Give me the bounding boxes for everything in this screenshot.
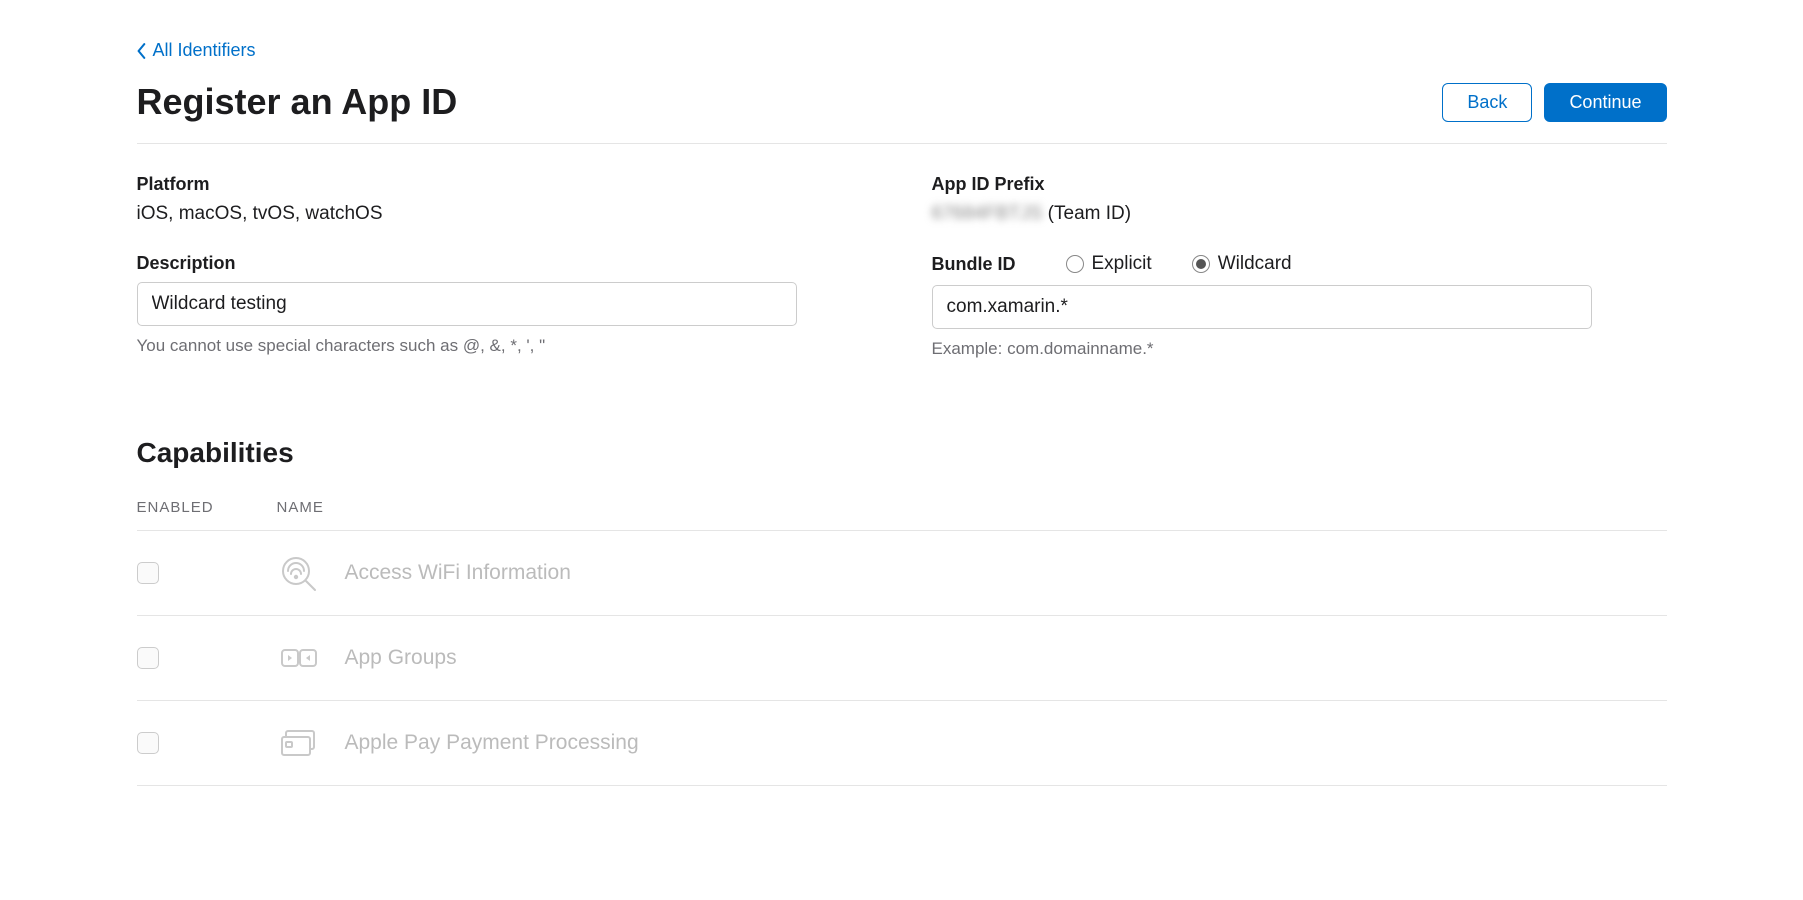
radio-explicit[interactable]: Explicit (1066, 253, 1152, 275)
capabilities-title: Capabilities (137, 437, 1667, 469)
radio-circle-selected-icon (1192, 255, 1210, 273)
col-enabled: ENABLED (137, 499, 277, 516)
breadcrumb-all-identifiers[interactable]: All Identifiers (137, 40, 256, 61)
capability-checkbox-cell (137, 562, 277, 584)
wifi-search-icon (277, 551, 321, 595)
chevron-left-icon (137, 43, 147, 59)
capability-checkbox[interactable] (137, 562, 159, 584)
right-column: App ID Prefix 67684FBTJS (Team ID) Bundl… (932, 174, 1667, 387)
capability-name: Apple Pay Payment Processing (345, 731, 639, 755)
description-help: You cannot use special characters such a… (137, 336, 872, 356)
radio-explicit-label: Explicit (1092, 253, 1152, 275)
description-field: Description You cannot use special chara… (137, 253, 872, 356)
radio-circle-icon (1066, 255, 1084, 273)
app-id-prefix-masked: 67684FBTJS (932, 203, 1043, 225)
capabilities-header: ENABLED NAME (137, 499, 1667, 531)
bundle-id-field: Bundle ID Explicit Wildcard Example: com… (932, 253, 1667, 359)
app-groups-icon (277, 636, 321, 680)
bundle-id-input[interactable] (932, 285, 1592, 329)
back-button[interactable]: Back (1442, 83, 1532, 122)
capabilities-table: ENABLED NAME Access WiFi Information (137, 499, 1667, 786)
capability-name: App Groups (345, 646, 457, 670)
description-label: Description (137, 253, 872, 274)
capability-row: Apple Pay Payment Processing (137, 701, 1667, 786)
capability-name-cell: App Groups (277, 636, 1667, 680)
left-column: Platform iOS, macOS, tvOS, watchOS Descr… (137, 174, 872, 387)
credit-card-icon (277, 721, 321, 765)
capability-name: Access WiFi Information (345, 561, 571, 585)
capability-name-cell: Access WiFi Information (277, 551, 1667, 595)
platform-field: Platform iOS, macOS, tvOS, watchOS (137, 174, 872, 225)
continue-button[interactable]: Continue (1544, 83, 1666, 122)
bundle-id-radio-row: Bundle ID Explicit Wildcard (932, 253, 1667, 275)
button-group: Back Continue (1442, 83, 1666, 122)
breadcrumb-label: All Identifiers (153, 40, 256, 61)
app-id-prefix-suffix: (Team ID) (1042, 203, 1131, 224)
capability-row: App Groups (137, 616, 1667, 701)
radio-wildcard[interactable]: Wildcard (1192, 253, 1292, 275)
app-id-prefix-value: 67684FBTJS (Team ID) (932, 203, 1667, 225)
radio-wildcard-label: Wildcard (1218, 253, 1292, 275)
capability-checkbox-cell (137, 647, 277, 669)
bundle-id-label: Bundle ID (932, 254, 1016, 275)
form-grid: Platform iOS, macOS, tvOS, watchOS Descr… (137, 174, 1667, 387)
capability-checkbox[interactable] (137, 647, 159, 669)
capability-checkbox[interactable] (137, 732, 159, 754)
header: Register an App ID Back Continue (137, 81, 1667, 144)
app-id-prefix-label: App ID Prefix (932, 174, 1667, 195)
platform-value: iOS, macOS, tvOS, watchOS (137, 203, 872, 225)
app-id-prefix-field: App ID Prefix 67684FBTJS (Team ID) (932, 174, 1667, 225)
capability-checkbox-cell (137, 732, 277, 754)
description-input[interactable] (137, 282, 797, 326)
capability-name-cell: Apple Pay Payment Processing (277, 721, 1667, 765)
col-name: NAME (277, 499, 1667, 516)
capability-row: Access WiFi Information (137, 531, 1667, 616)
platform-label: Platform (137, 174, 872, 195)
bundle-id-help: Example: com.domainname.* (932, 339, 1667, 359)
page-title: Register an App ID (137, 81, 458, 123)
